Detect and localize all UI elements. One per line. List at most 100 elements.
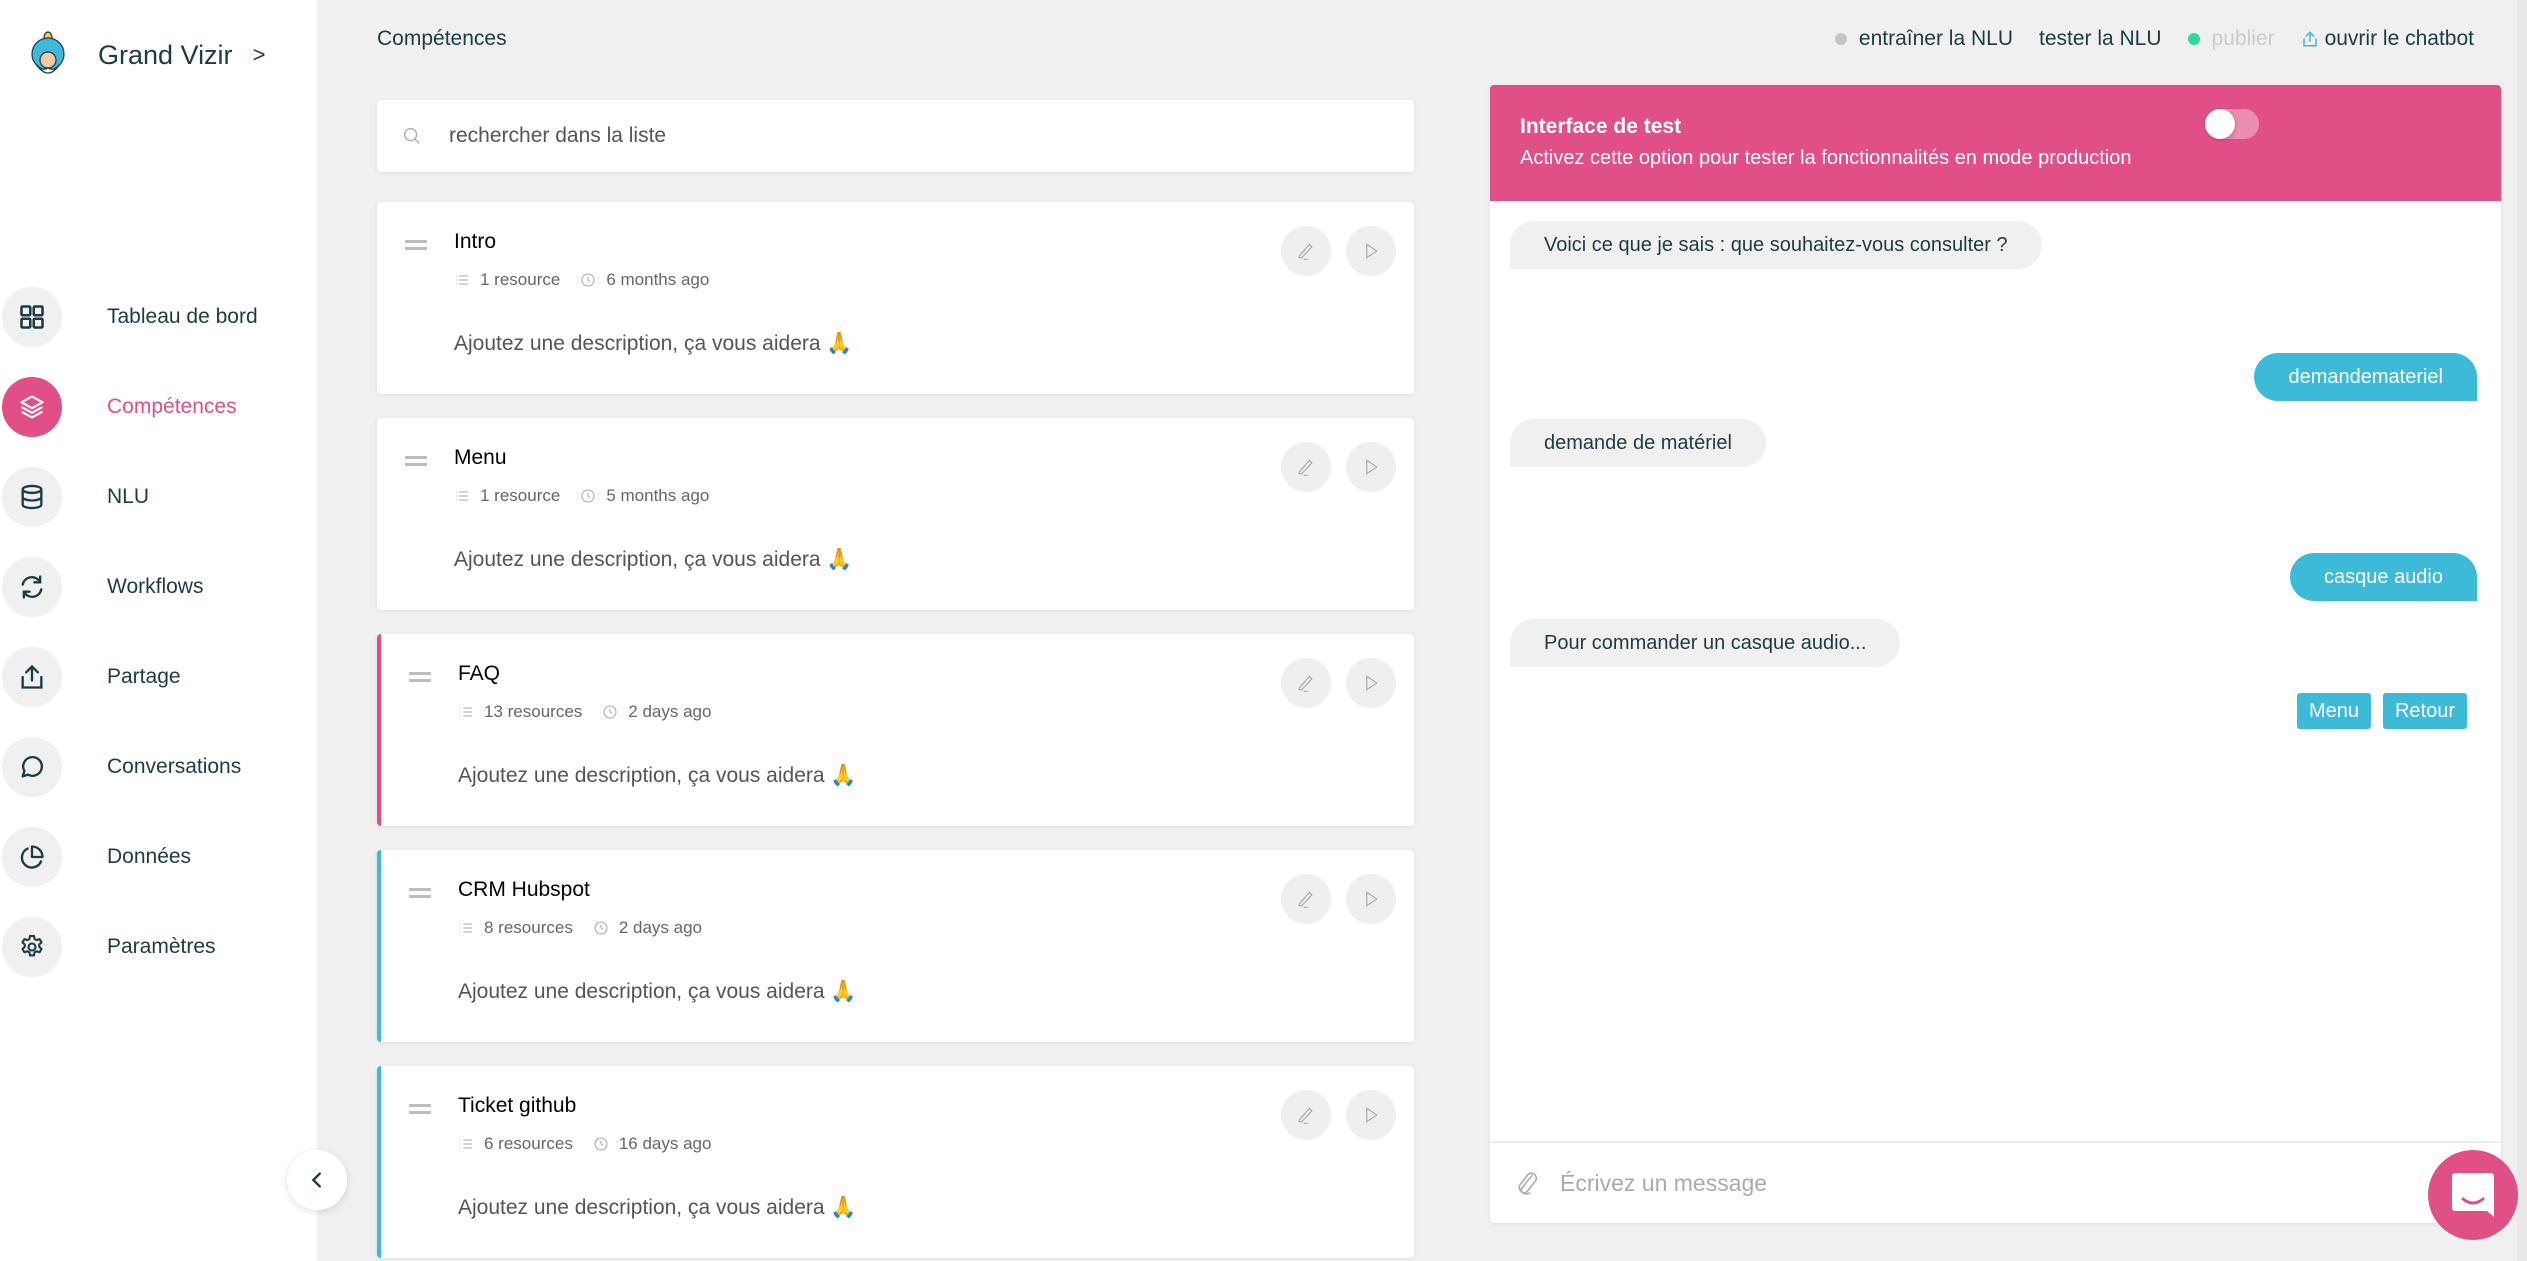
skill-card[interactable]: FAQ 13 resources 2 days ago Ajoutez une … [377,634,1414,826]
sidebar-item-label: Paramètres [107,935,216,958]
edit-button[interactable] [1281,226,1331,276]
skill-meta: 8 resources 2 days ago [458,918,702,938]
updated-time: 16 days ago [618,1134,712,1153]
clock-icon [594,921,608,935]
sidebar-item-competences[interactable]: Compétences [0,376,317,438]
layers-icon [2,377,62,437]
quick-reply-menu-button[interactable]: Menu [2296,693,2371,729]
status-dot-icon [1834,33,1847,45]
play-icon [1366,891,1378,907]
chat-widget-icon [2452,1173,2494,1217]
skill-title: Ticket github [458,1094,577,1117]
train-nlu-button[interactable]: entraîner la NLU [1834,27,2013,51]
sidebar-item-label: Workflows [107,575,204,598]
skill-card[interactable]: CRM Hubspot 8 resources 2 days ago Ajout… [377,850,1414,1042]
open-chatbot-label: ouvrir le chatbot [2324,27,2474,50]
play-button[interactable] [1346,658,1396,708]
list-icon [460,923,472,933]
open-chatbot-button[interactable]: ouvrir le chatbot [2301,27,2474,51]
play-button[interactable] [1346,442,1396,492]
edit-button[interactable] [1281,658,1331,708]
test-nlu-button[interactable]: tester la NLU [2039,27,2162,51]
play-button[interactable] [1346,874,1396,924]
play-button[interactable] [1346,226,1396,276]
sidebar-item-label: Compétences [107,395,237,418]
skill-description: Ajoutez une description, ça vous aidera … [454,548,853,571]
toggle-knob [2205,109,2235,139]
skill-description: Ajoutez une description, ça vous aidera … [458,1196,857,1219]
pencil-icon [1298,675,1313,692]
share-upload-icon [2,647,62,707]
chat-bubble-icon [2,737,62,797]
share-upload-icon [2302,31,2317,47]
bot-message: Voici ce que je sais : que souhaitez-vou… [1510,221,2042,269]
test-interface-panel: Interface de test Activez cette option p… [1490,85,2501,1223]
updated-time: 5 months ago [606,486,710,505]
search-bar [377,100,1414,172]
user-message: demandemateriel [2254,353,2477,401]
clock-icon [594,1137,608,1151]
play-button[interactable] [1346,1090,1396,1140]
resource-count: 1 resource [480,270,561,289]
paperclip-icon[interactable] [1512,1168,1542,1198]
list-icon [456,275,468,285]
chat-launcher-button[interactable] [2428,1150,2518,1240]
test-interface-header: Interface de test Activez cette option p… [1490,85,2501,201]
skill-card[interactable]: Ticket github 6 resources 16 days ago Aj… [377,1066,1414,1258]
clock-icon [603,705,617,719]
drag-handle-icon[interactable] [405,456,427,466]
drag-handle-icon[interactable] [409,888,431,898]
list-icon [460,707,472,717]
list-icon [460,1139,472,1149]
skill-description: Ajoutez une description, ça vous aidera … [458,764,857,787]
sidebar-item-donnees[interactable]: Données [0,826,317,888]
edit-button[interactable] [1281,442,1331,492]
sidebar-item-parametres[interactable]: Paramètres [0,916,317,978]
sidebar-item-label: Données [107,845,192,868]
brand-switcher[interactable]: Grand Vizir > [28,30,265,80]
train-nlu-label: entraîner la NLU [1858,27,2013,50]
sidebar-item-workflows[interactable]: Workflows [0,556,317,618]
play-icon [1366,1107,1378,1123]
pencil-icon [1298,891,1313,908]
bot-message: Pour commander un casque audio... [1510,619,1901,667]
sidebar-item-conversations[interactable]: Conversations [0,736,317,798]
publish-button[interactable]: publier [2187,27,2275,51]
updated-time: 6 months ago [606,270,710,289]
skill-title: CRM Hubspot [458,878,590,901]
skill-meta: 13 resources 2 days ago [458,702,711,722]
test-interface-title: Interface de test [1520,115,1682,138]
sidebar-item-partage[interactable]: Partage [0,646,317,708]
edit-button[interactable] [1281,874,1331,924]
clock-icon [581,273,595,287]
play-icon [1366,459,1378,475]
resource-count: 8 resources [484,918,573,937]
sidebar-item-nlu[interactable]: NLU [0,466,317,528]
search-input[interactable] [449,124,1349,148]
production-mode-toggle[interactable] [2205,109,2259,139]
resource-count: 6 resources [484,1134,573,1153]
vizir-avatar-icon [31,31,65,74]
test-nlu-label: tester la NLU [2038,27,2162,50]
drag-handle-icon[interactable] [409,672,431,682]
drag-handle-icon[interactable] [405,240,427,250]
edit-button[interactable] [1281,1090,1331,1140]
page-scrollbar[interactable] [2517,0,2527,1261]
collapse-sidebar-button[interactable] [287,1150,347,1210]
skill-title: FAQ [458,662,501,685]
skill-meta: 1 resource 6 months ago [454,270,709,290]
sidebar-item-label: Tableau de bord [107,305,258,328]
quick-reply-retour-button[interactable]: Retour [2382,693,2467,729]
play-icon [1366,675,1378,691]
bot-message: demande de matériel [1510,419,1766,467]
drag-handle-icon[interactable] [409,1104,431,1114]
message-input[interactable] [1560,1169,2360,1197]
skill-title: Intro [454,230,497,253]
skill-card[interactable]: Intro 1 resource 6 months ago Ajoutez un… [377,202,1414,394]
skill-title: Menu [454,446,507,469]
resource-count: 1 resource [480,486,561,505]
sidebar-item-tableau-de-bord[interactable]: Tableau de bord [0,286,317,348]
skill-card[interactable]: Menu 1 resource 5 months ago Ajoutez une… [377,418,1414,610]
breadcrumb: Compétences [377,27,507,50]
grid-icon [2,287,62,347]
